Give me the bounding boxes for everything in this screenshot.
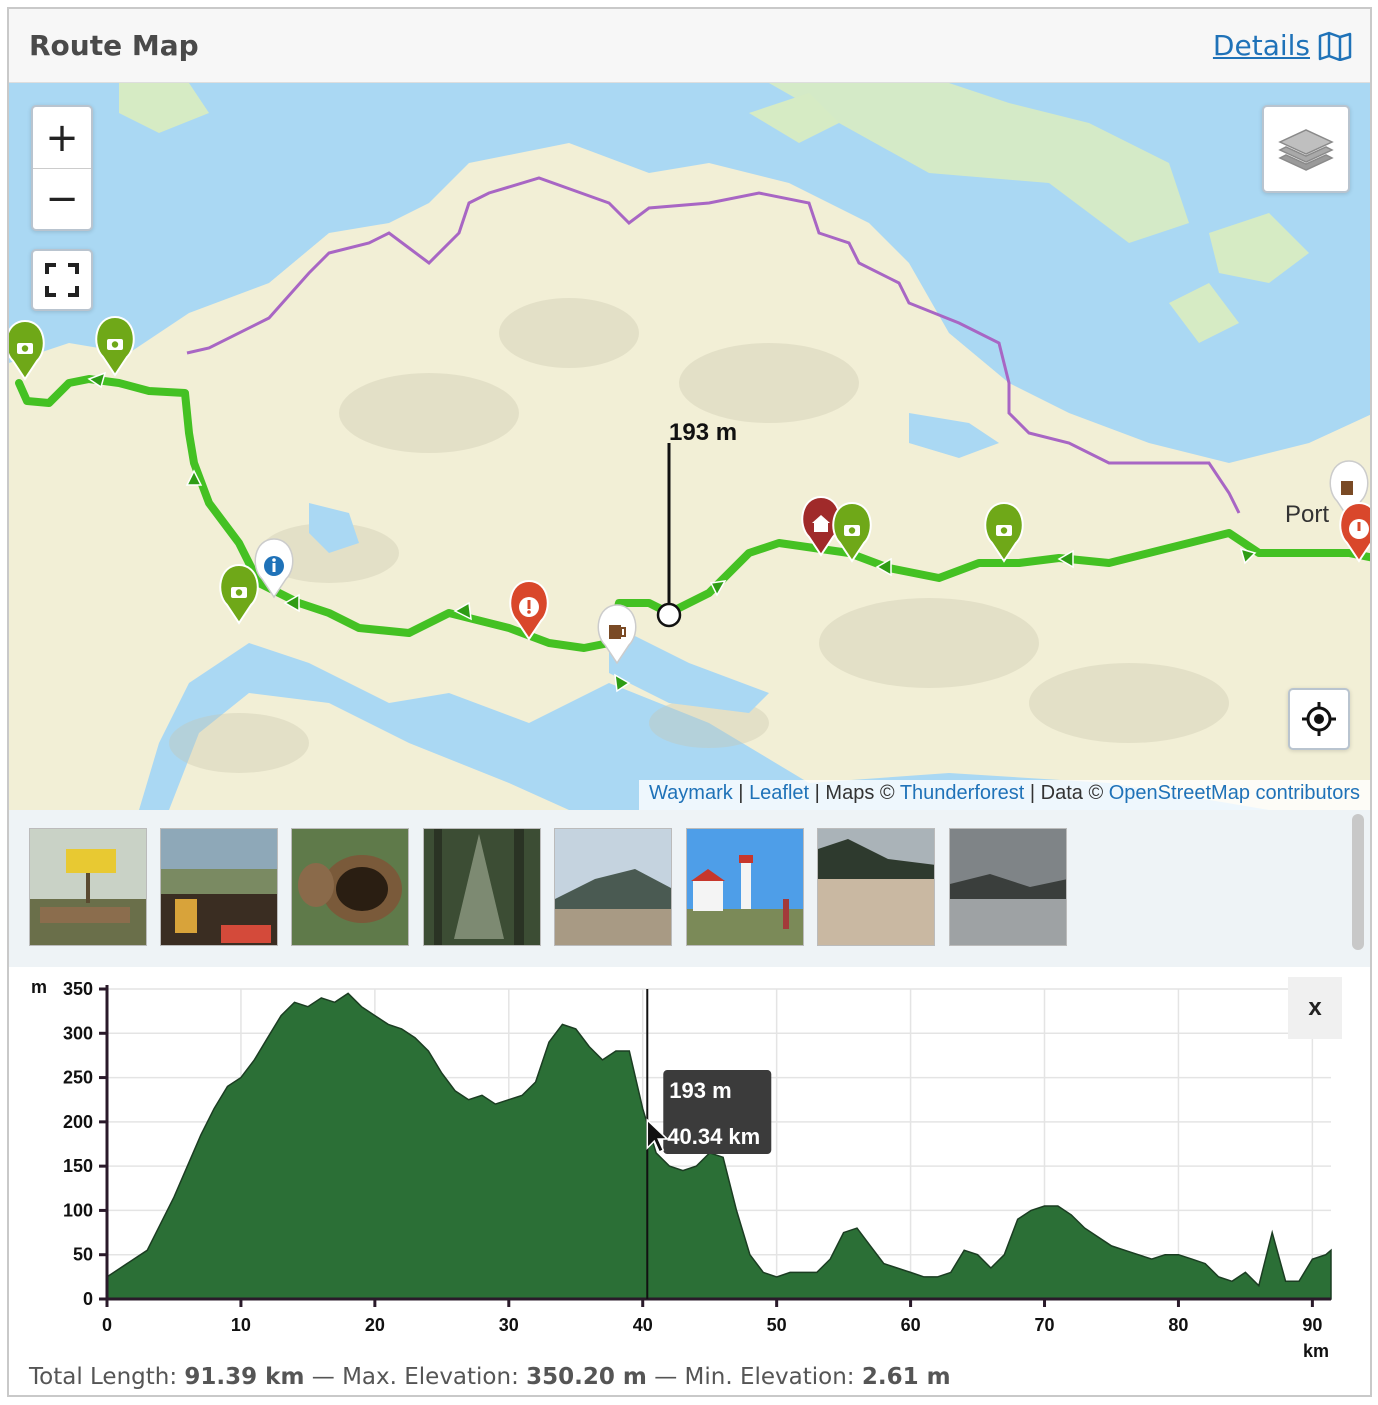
close-chart-button[interactable]: x — [1288, 977, 1342, 1039]
x-tick-label: 30 — [499, 1315, 519, 1335]
route-map-panel: Route Map Details 193 m Port + − Waymark… — [7, 7, 1372, 1397]
islet-right-2 — [1169, 283, 1239, 343]
y-tick-label: 100 — [63, 1200, 93, 1220]
photo-lighthouse-icon — [687, 829, 803, 945]
hover-point — [656, 602, 682, 628]
min-elevation-value: 2.61 m — [861, 1364, 951, 1390]
elevation-chart-svg[interactable]: 0 50 100 150 200 250 300 350 0 10 20 30 40 50 60 70 80 90… — [9, 967, 1372, 1367]
leaflet-link[interactable]: Leaflet — [749, 782, 809, 804]
length-label: Total Length: — [29, 1364, 178, 1390]
photo-beach-icon — [555, 829, 671, 945]
attribution-data-text: | Data © — [1024, 782, 1109, 804]
x-tick-label: 50 — [767, 1315, 787, 1335]
photo-thumbnail-8[interactable] — [949, 828, 1067, 946]
islet-left — [119, 83, 209, 133]
elevation-chart[interactable]: 0 50 100 150 200 250 300 350 0 10 20 30 40 50 60 70 80 90… — [9, 967, 1372, 1395]
photo-thumbnail-4[interactable] — [423, 828, 541, 946]
place-label-port: Port — [1285, 501, 1330, 528]
fullscreen-icon — [45, 263, 79, 297]
thunderforest-link[interactable]: Thunderforest — [900, 782, 1025, 804]
y-tick-label: 300 — [63, 1023, 93, 1043]
map-attribution: Waymark | Leaflet | Maps © Thunderforest… — [639, 780, 1370, 810]
max-elevation-label: Max. Elevation: — [342, 1364, 519, 1390]
islet-right — [1209, 213, 1309, 283]
crosshair-icon — [1302, 702, 1336, 736]
zoom-out-button[interactable]: − — [33, 168, 91, 229]
osm-link[interactable]: OpenStreetMap contributors — [1109, 782, 1360, 804]
map-view[interactable]: 193 m Port + − Waymark | Leaflet | Maps … — [9, 83, 1370, 810]
gallery-scrollbar[interactable] — [1352, 814, 1364, 950]
zoom-control: + − — [31, 105, 93, 231]
details-link[interactable]: Details — [1213, 29, 1352, 62]
length-value: 91.39 km — [184, 1364, 305, 1390]
x-tick-label: 0 — [102, 1315, 112, 1335]
attribution-separator: | — [732, 782, 750, 804]
photo-thumbnail-1[interactable] — [29, 828, 147, 946]
photo-lake-icon — [950, 829, 1066, 945]
chart-tooltip: 193 m 40.34 km — [663, 1070, 772, 1155]
zoom-in-button[interactable]: + — [33, 107, 91, 168]
x-tick-label: 10 — [231, 1315, 251, 1335]
locate-button[interactable] — [1288, 688, 1350, 750]
summary-separator: — — [304, 1364, 343, 1390]
map-icon — [1318, 31, 1352, 61]
details-label: Details — [1212, 29, 1310, 62]
x-tick-label: 40 — [633, 1315, 653, 1335]
photo-thumbnail-6[interactable] — [686, 828, 804, 946]
attribution-maps-text: | Maps © — [809, 782, 900, 804]
y-tick-label: 350 — [63, 979, 93, 999]
photo-thumbnail-3[interactable] — [291, 828, 409, 946]
layers-icon — [1278, 129, 1334, 171]
x-tick-label: 90 — [1302, 1315, 1322, 1335]
x-axis-unit-label: km — [1303, 1341, 1329, 1361]
summary-separator: — — [646, 1364, 685, 1390]
photo-sign-icon — [30, 829, 146, 945]
y-tick-label: 200 — [63, 1112, 93, 1132]
layers-button[interactable] — [1262, 105, 1350, 193]
fullscreen-button[interactable] — [31, 249, 93, 311]
route-summary: Total Length: 91.39 km — Max. Elevation:… — [29, 1364, 951, 1390]
photo-thumbnail-2[interactable] — [160, 828, 278, 946]
photo-gallery — [9, 810, 1370, 967]
max-elevation-value: 350.20 m — [526, 1364, 647, 1390]
y-tick-label: 0 — [83, 1289, 93, 1309]
x-tick-label: 20 — [365, 1315, 385, 1335]
x-tick-label: 60 — [901, 1315, 921, 1335]
photo-sand-icon — [818, 829, 934, 945]
photo-forest-icon — [424, 829, 540, 945]
y-axis-unit-label: m — [31, 977, 47, 997]
panel-header: Route Map Details — [9, 9, 1370, 83]
x-tick-label: 70 — [1035, 1315, 1055, 1335]
photo-thumbnail-7[interactable] — [817, 828, 935, 946]
page-title: Route Map — [29, 29, 199, 62]
photo-thumbnail-5[interactable] — [554, 828, 672, 946]
x-tick-label: 80 — [1168, 1315, 1188, 1335]
y-tick-label: 250 — [63, 1068, 93, 1088]
y-tick-label: 50 — [73, 1245, 93, 1265]
tooltip-distance: 40.34 km — [667, 1124, 760, 1149]
min-elevation-label: Min. Elevation: — [684, 1364, 855, 1390]
photo-log-icon — [292, 829, 408, 945]
hover-elevation-label: 193 m — [669, 419, 738, 446]
y-tick-label: 150 — [63, 1156, 93, 1176]
photo-beer-icon — [161, 829, 277, 945]
waymark-link[interactable]: Waymark — [649, 782, 733, 804]
tooltip-elevation: 193 m — [669, 1078, 731, 1103]
